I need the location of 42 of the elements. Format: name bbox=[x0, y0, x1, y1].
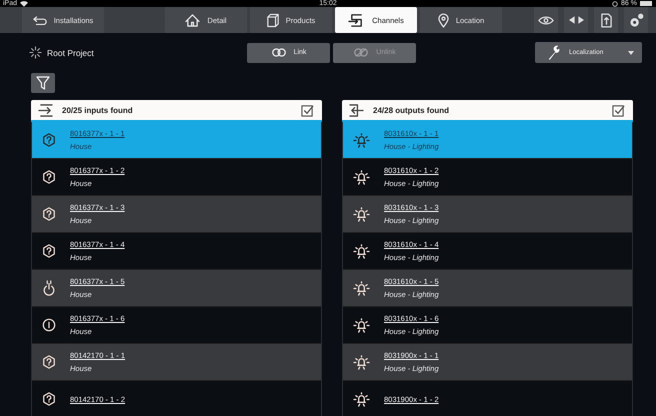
wifi-icon bbox=[20, 0, 28, 6]
input-arrow-icon bbox=[38, 104, 53, 116]
question-hexagon-icon bbox=[42, 355, 56, 369]
question-hexagon-icon bbox=[42, 170, 56, 184]
chain-link-icon bbox=[353, 48, 370, 57]
toolbar-button[interactable] bbox=[534, 7, 558, 33]
question-hexagon-icon bbox=[42, 133, 56, 147]
project-title: Root Project bbox=[47, 48, 94, 58]
light-bulb-icon bbox=[353, 354, 370, 370]
box-icon bbox=[266, 12, 279, 28]
sparkle-icon bbox=[29, 46, 42, 59]
light-bulb-icon bbox=[353, 244, 370, 258]
info-icon bbox=[42, 318, 56, 332]
left-right-arrows-icon bbox=[568, 16, 584, 24]
checkbox[interactable] bbox=[301, 104, 314, 116]
battery-icon bbox=[640, 1, 652, 6]
power-icon bbox=[42, 280, 56, 296]
panel-title: 24/28 outputs found bbox=[373, 106, 449, 114]
location-pin-icon bbox=[438, 12, 449, 28]
question-hexagon-icon bbox=[42, 244, 56, 258]
light-bulb-icon bbox=[353, 206, 370, 222]
back-arrow-icon bbox=[32, 16, 47, 24]
chain-link-icon bbox=[270, 48, 287, 57]
checkbox[interactable] bbox=[612, 104, 625, 116]
document-icon bbox=[600, 12, 612, 28]
toolbar-button[interactable] bbox=[564, 7, 588, 33]
light-bulb-icon bbox=[353, 392, 370, 406]
light-bulb-icon bbox=[353, 318, 370, 332]
light-bulb-icon bbox=[353, 280, 370, 296]
wrench-icon bbox=[547, 45, 560, 60]
filter-button[interactable] bbox=[31, 73, 55, 93]
light-bulb-icon bbox=[353, 170, 370, 184]
house-icon bbox=[185, 14, 200, 26]
panel-title: 20/25 inputs found bbox=[62, 106, 133, 114]
question-hexagon-icon bbox=[42, 392, 56, 406]
question-hexagon-icon bbox=[42, 207, 56, 221]
toolbar-button[interactable] bbox=[594, 7, 618, 33]
output-arrow-icon bbox=[349, 104, 364, 116]
eye-icon bbox=[538, 16, 554, 24]
caret-icon bbox=[628, 50, 634, 54]
light-bulb-icon bbox=[353, 132, 370, 148]
toolbar-button[interactable] bbox=[624, 7, 648, 33]
